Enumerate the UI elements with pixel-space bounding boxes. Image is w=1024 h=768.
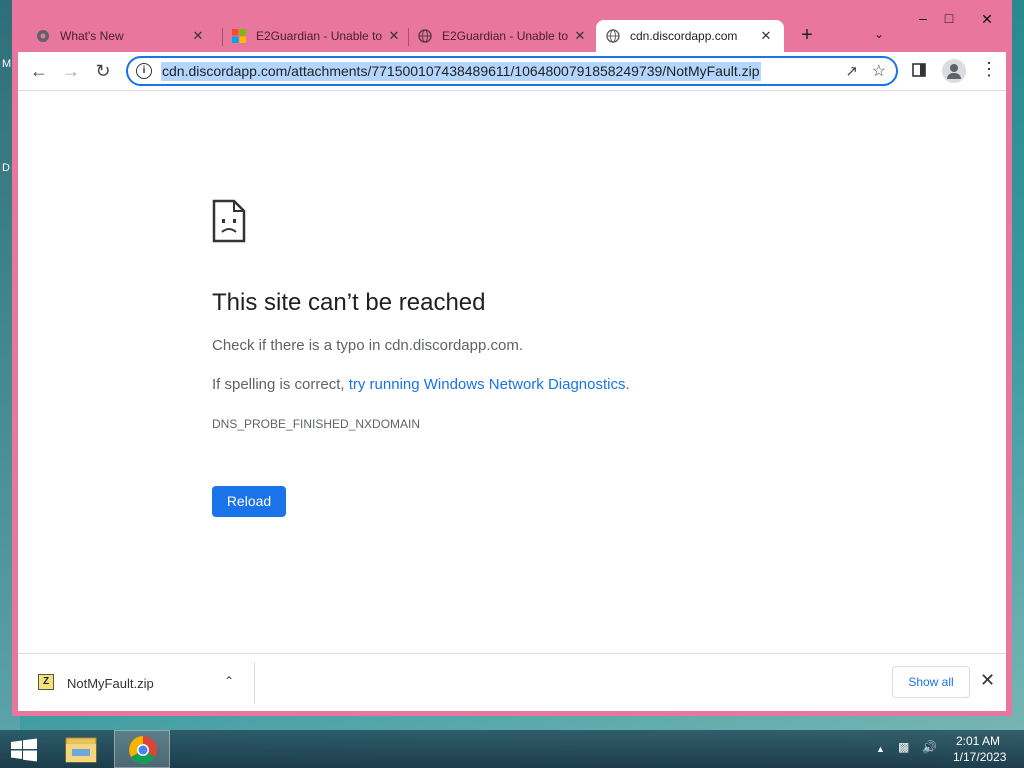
windows-logo-icon — [232, 29, 246, 43]
tab-title: E2Guardian - Unable to — [256, 29, 383, 43]
start-button[interactable] — [10, 738, 38, 762]
download-file-name[interactable]: NotMyFault.zip — [67, 676, 154, 691]
zip-file-icon: Z — [38, 674, 54, 690]
tab-e2guardian-2[interactable]: E2Guardian - Unable to ✕ — [408, 20, 598, 52]
download-shelf: Z NotMyFault.zip ⌃ Show all ✕ — [18, 653, 1006, 711]
bookmark-star-icon[interactable]: ☆ — [872, 61, 886, 81]
chevron-up-icon[interactable]: ⌃ — [224, 674, 234, 688]
tab-title: E2Guardian - Unable to — [442, 29, 569, 43]
close-icon[interactable]: ✕ — [572, 28, 588, 44]
new-tab-button[interactable]: + — [795, 24, 819, 47]
tab-e2guardian-1[interactable]: E2Guardian - Unable to ✕ — [222, 20, 412, 52]
toolbar: ← → ↻ i cdn.discordapp.com/attachments/7… — [18, 52, 1006, 90]
diagnostics-link[interactable]: try running Windows Network Diagnostics — [349, 376, 626, 393]
taskbar-file-explorer[interactable] — [54, 730, 110, 768]
divider — [254, 662, 255, 704]
error-heading: This site can’t be reached — [212, 289, 486, 316]
reload-icon[interactable]: ↻ — [92, 60, 114, 82]
show-all-button[interactable]: Show all — [892, 666, 970, 698]
url-text[interactable]: cdn.discordapp.com/attachments/771500107… — [161, 62, 761, 81]
clock-date[interactable]: 1/17/2023 — [953, 750, 1006, 764]
address-bar[interactable]: i cdn.discordapp.com/attachments/7715001… — [126, 56, 898, 86]
network-icon[interactable]: ▩ — [898, 740, 909, 754]
taskbar-chrome[interactable] — [114, 730, 170, 768]
tab-cdn-discordapp[interactable]: cdn.discordapp.com ✕ — [596, 20, 784, 52]
diagnostics-prefix: If spelling is correct, — [212, 376, 349, 393]
clock-time[interactable]: 2:01 AM — [956, 734, 1000, 748]
globe-icon — [606, 29, 620, 43]
maximize-button[interactable]: □ — [934, 10, 964, 26]
tab-title: cdn.discordapp.com — [630, 29, 738, 43]
share-icon[interactable]: ↗ — [845, 62, 858, 80]
close-icon[interactable]: ✕ — [980, 670, 995, 691]
close-icon[interactable]: ✕ — [386, 28, 402, 44]
window-close-button[interactable]: ✕ — [972, 11, 1002, 28]
diagnostics-suffix: . — [625, 376, 630, 393]
tab-strip: What's New ✕ E2Guardian - Unable to ✕ E2… — [12, 0, 1012, 52]
back-button[interactable]: ← — [28, 60, 50, 82]
browser-window: What's New ✕ E2Guardian - Unable to ✕ E2… — [12, 0, 1012, 716]
chrome-settings-icon — [37, 30, 49, 42]
diagnostics-hint: If spelling is correct, try running Wind… — [212, 376, 630, 393]
chrome-icon — [129, 736, 157, 764]
folder-icon — [65, 737, 97, 763]
sad-document-icon — [212, 199, 246, 243]
side-panel-icon[interactable] — [912, 63, 926, 77]
show-hidden-icons[interactable]: ▲ — [876, 744, 885, 754]
error-code: DNS_PROBE_FINISHED_NXDOMAIN — [212, 417, 421, 431]
desktop-icon-label[interactable]: D — [2, 162, 10, 174]
globe-icon — [418, 29, 432, 43]
error-page: This site can’t be reached Check if ther… — [18, 90, 1006, 653]
close-icon[interactable]: ✕ — [190, 28, 206, 44]
typo-hint: Check if there is a typo in cdn.discorda… — [212, 337, 523, 354]
tab-title: What's New — [60, 29, 124, 43]
chevron-down-icon[interactable]: ⌄ — [874, 27, 884, 41]
taskbar: ▲ ▩ 🔊 2:01 AM 1/17/2023 — [0, 730, 1024, 768]
reload-button[interactable]: Reload — [212, 486, 286, 517]
desktop-icon-label[interactable]: M — [2, 58, 11, 70]
tab-whats-new[interactable]: What's New ✕ — [26, 20, 216, 52]
forward-button[interactable]: → — [60, 60, 82, 82]
info-icon[interactable]: i — [136, 63, 152, 79]
close-icon[interactable]: ✕ — [758, 28, 774, 44]
profile-avatar[interactable] — [942, 59, 966, 83]
volume-icon[interactable]: 🔊 — [922, 740, 937, 754]
menu-kebab-icon[interactable]: ⋮ — [980, 59, 998, 80]
